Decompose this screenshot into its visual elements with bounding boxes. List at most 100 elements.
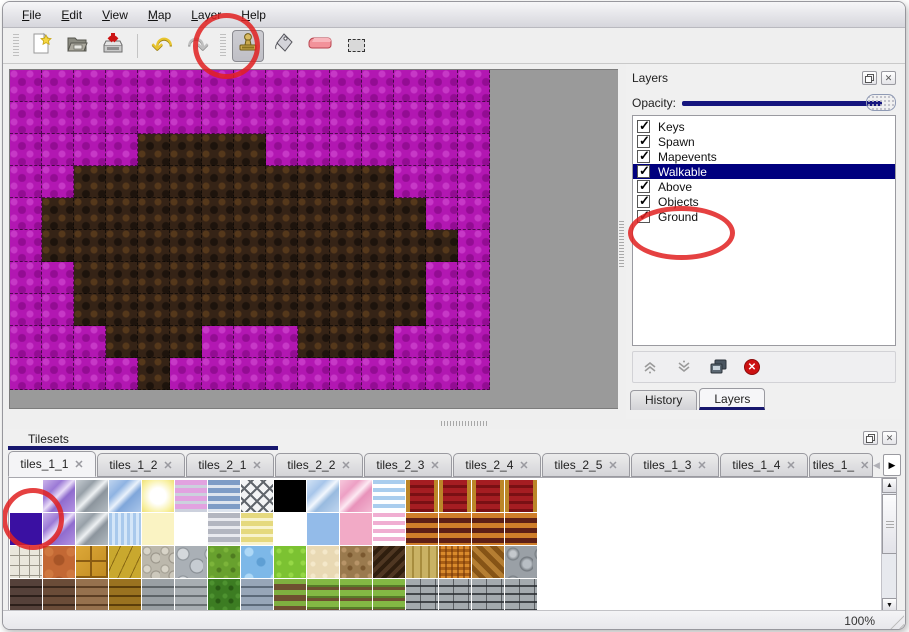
layer-row-mapevents[interactable]: Mapevents	[633, 149, 895, 164]
map-tile[interactable]	[42, 262, 74, 294]
map-tile[interactable]	[170, 102, 202, 134]
map-tile[interactable]	[106, 294, 138, 326]
map-tile[interactable]	[170, 134, 202, 166]
palette-tile-brickGray2[interactable]	[439, 579, 471, 611]
map-tile[interactable]	[330, 102, 362, 134]
map-tile[interactable]	[202, 230, 234, 262]
map-tile[interactable]	[10, 230, 42, 262]
palette-tile-wallDarkBrown[interactable]	[10, 579, 42, 611]
palette-tile-planksLight[interactable]	[406, 546, 438, 578]
map-tile[interactable]	[202, 262, 234, 294]
map-tile[interactable]	[266, 134, 298, 166]
open-map-button[interactable]	[61, 30, 93, 62]
delete-layer-button[interactable]: ✕	[741, 356, 763, 378]
palette-tile-glassBlue[interactable]	[109, 480, 141, 512]
palette-tile-glassPurple[interactable]	[43, 513, 75, 545]
tileset-tab-tiles_2_4[interactable]: tiles_2_4✕	[453, 453, 541, 477]
close-tab-icon[interactable]: ✕	[341, 459, 350, 472]
map-tile[interactable]	[266, 70, 298, 102]
map-tile[interactable]	[394, 230, 426, 262]
palette-tile-empty[interactable]	[175, 513, 207, 545]
tilesets-panel-title[interactable]: Tilesets	[8, 429, 278, 450]
map-tile[interactable]	[74, 326, 106, 358]
tileset-tab-tiles_2_1[interactable]: tiles_2_1✕	[186, 453, 274, 477]
close-tab-icon[interactable]: ✕	[697, 459, 706, 472]
menu-help[interactable]: Help	[232, 5, 275, 25]
palette-tile-glassPink[interactable]	[340, 480, 372, 512]
tileset-tab-tiles_1_[interactable]: tiles_1_✕	[809, 453, 873, 477]
close-tab-icon[interactable]: ✕	[430, 459, 439, 472]
map-tile[interactable]	[42, 134, 74, 166]
map-tile[interactable]	[394, 166, 426, 198]
map-tile[interactable]	[10, 166, 42, 198]
map-tile[interactable]	[394, 294, 426, 326]
map-tile[interactable]	[362, 294, 394, 326]
map-tile[interactable]	[362, 198, 394, 230]
layer-visibility-checkbox[interactable]	[637, 150, 650, 163]
map-tile[interactable]	[170, 166, 202, 198]
layer-visibility-checkbox[interactable]	[637, 165, 650, 178]
tileset-tab-tiles_2_5[interactable]: tiles_2_5✕	[542, 453, 630, 477]
palette-tile-pebbles[interactable]	[142, 546, 174, 578]
palette-tile-stonesGray[interactable]	[175, 546, 207, 578]
palette-tile-grassBright[interactable]	[274, 546, 306, 578]
map-tile[interactable]	[362, 134, 394, 166]
map-tile[interactable]	[74, 102, 106, 134]
map-tile[interactable]	[234, 198, 266, 230]
map-tile[interactable]	[266, 326, 298, 358]
close-tab-icon[interactable]: ✕	[786, 459, 795, 472]
map-tile[interactable]	[234, 102, 266, 134]
map-tile[interactable]	[330, 166, 362, 198]
new-map-button[interactable]	[25, 30, 57, 62]
map-tile[interactable]	[426, 358, 458, 390]
palette-tile-brickGray2[interactable]	[406, 579, 438, 611]
palette-tile-stripesYellow[interactable]	[241, 513, 273, 545]
map-tile[interactable]	[458, 326, 490, 358]
map-tile[interactable]	[394, 70, 426, 102]
float-panel-button[interactable]	[862, 71, 877, 85]
layer-row-keys[interactable]: Keys	[633, 119, 895, 134]
map-tile[interactable]	[298, 102, 330, 134]
map-tile[interactable]	[458, 166, 490, 198]
map-tile[interactable]	[330, 70, 362, 102]
palette-tile-pinkFlat[interactable]	[340, 513, 372, 545]
map-tile[interactable]	[42, 326, 74, 358]
map-tile[interactable]	[234, 166, 266, 198]
map-tile[interactable]	[426, 198, 458, 230]
map-tile[interactable]	[458, 198, 490, 230]
palette-tile-stripesPink[interactable]	[175, 480, 207, 512]
palette-tile-brickGray[interactable]	[175, 579, 207, 611]
undo-button[interactable]: ↶	[146, 30, 178, 62]
map-tile[interactable]	[362, 358, 394, 390]
palette-tile-glassGray[interactable]	[76, 513, 108, 545]
opacity-slider-track[interactable]	[682, 101, 882, 106]
map-tile[interactable]	[234, 262, 266, 294]
map-tile[interactable]	[266, 198, 298, 230]
map-tile[interactable]	[362, 70, 394, 102]
palette-tile-dirtSpeckled[interactable]	[340, 546, 372, 578]
map-tile[interactable]	[138, 326, 170, 358]
map-tile[interactable]	[426, 134, 458, 166]
palette-tile-carpetRed[interactable]	[472, 480, 504, 512]
palette-tile-empty[interactable]	[274, 513, 306, 545]
map-tile[interactable]	[74, 166, 106, 198]
map-tile[interactable]	[42, 198, 74, 230]
map-tile[interactable]	[298, 358, 330, 390]
map-tile[interactable]	[266, 230, 298, 262]
map-tile[interactable]	[266, 294, 298, 326]
map-tile[interactable]	[234, 230, 266, 262]
palette-tile-stoneGold[interactable]	[109, 546, 141, 578]
map-tile[interactable]	[426, 262, 458, 294]
palette-tile-glassLtBlue[interactable]	[307, 480, 339, 512]
map-tile[interactable]	[106, 230, 138, 262]
map-tile[interactable]	[10, 262, 42, 294]
map-tile[interactable]	[426, 326, 458, 358]
map-tile[interactable]	[138, 102, 170, 134]
save-map-button[interactable]	[97, 30, 129, 62]
palette-grid[interactable]	[10, 480, 537, 611]
map-tile[interactable]	[170, 326, 202, 358]
map-tile[interactable]	[202, 134, 234, 166]
eraser-tool-button[interactable]	[304, 30, 336, 62]
map-tile[interactable]	[394, 326, 426, 358]
map-tile[interactable]	[426, 230, 458, 262]
